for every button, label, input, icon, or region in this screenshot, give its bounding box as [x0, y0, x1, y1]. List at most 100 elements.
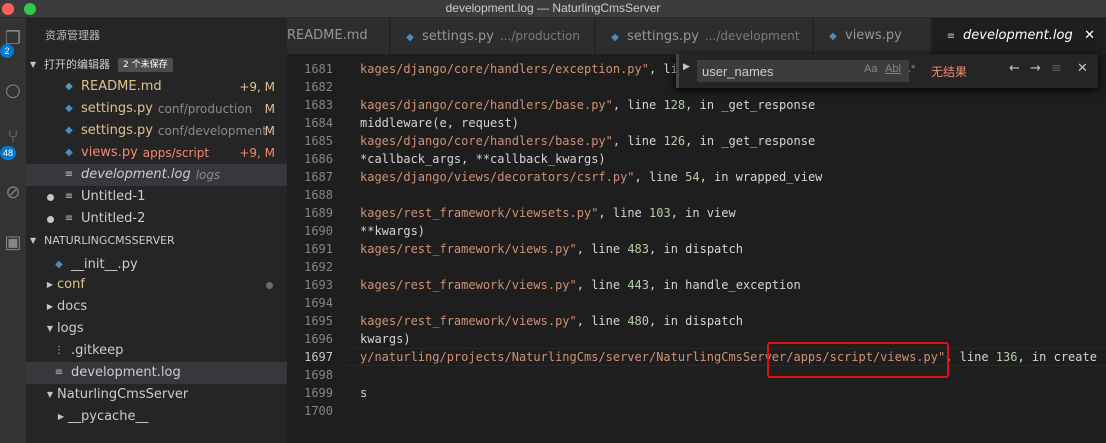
unsaved-badge: 2 个未保存	[118, 58, 173, 72]
code-line[interactable]: 1699 s	[287, 384, 1106, 402]
code-editor[interactable]: 1681 kages/django/core/handlers/exception…	[287, 54, 1106, 443]
explorer-sidebar: 资源管理器 ▼ 打开的编辑器 2 个未保存 ◆ README.md +9, M …	[26, 18, 287, 443]
code-line[interactable]: 1685 kages/django/core/handlers/base.py",…	[287, 132, 1106, 150]
open-editor-untitled-1[interactable]: ≡ Untitled-1	[26, 186, 287, 208]
line-text: **kwargs)	[360, 224, 426, 238]
code-line[interactable]: 1689 kages/rest_framework/viewsets.py", l…	[287, 204, 1106, 222]
open-editors-title: 打开的编辑器	[44, 58, 110, 71]
line-number: 1692	[304, 260, 333, 274]
debug-icon[interactable]: ⊘	[0, 180, 26, 206]
tree-item-docs[interactable]: ▶ docs	[26, 296, 287, 318]
next-match-icon[interactable]: →	[1030, 61, 1041, 76]
line-number: 1689	[304, 206, 333, 220]
open-editor-dir: apps/script	[142, 146, 210, 160]
line-number: 1694	[304, 296, 333, 310]
code-line[interactable]: 1693 kages/rest_framework/views.py", line…	[287, 276, 1106, 294]
line-text: kages/rest_framework/views.py", line 443…	[360, 278, 801, 292]
text-file-icon: ≡	[64, 191, 74, 202]
line-text: kages/django/core/handlers/base.py", lin…	[360, 134, 816, 148]
code-line[interactable]: 1688	[287, 186, 1106, 204]
explorer-badge: 2	[0, 44, 14, 58]
file-icon: ⋮	[54, 345, 64, 356]
tab-description: .../development	[704, 29, 800, 43]
tab-views[interactable]: ◆ views.py	[814, 18, 931, 54]
chevron-down-icon: ▼	[30, 60, 37, 69]
text-file-icon: ≡	[54, 367, 64, 378]
find-in-selection-icon[interactable]: ≡	[1051, 61, 1062, 76]
code-line[interactable]: 1687 kages/django/views/decorators/csrf.p…	[287, 168, 1106, 186]
open-editor-untitled-2[interactable]: ≡ Untitled-2	[26, 208, 287, 230]
regex-toggle[interactable]: .*	[908, 63, 915, 75]
chevron-down-icon: ▼	[46, 390, 54, 399]
find-result-status: 无结果	[931, 65, 968, 79]
search-icon[interactable]: ○	[0, 78, 26, 104]
open-editor-settings-development[interactable]: ◆ settings.py conf/development M	[26, 120, 287, 142]
tab-description: .../production	[499, 29, 580, 43]
code-line[interactable]: 1694	[287, 294, 1106, 312]
code-line[interactable]: 1683 kages/django/core/handlers/base.py",…	[287, 96, 1106, 114]
tree-item-label: conf	[57, 277, 85, 292]
whole-word-toggle[interactable]: Abl	[885, 63, 901, 75]
open-editor-name: Untitled-1	[81, 189, 146, 204]
code-line[interactable]: 1696 kwargs)	[287, 330, 1106, 348]
open-editor-development-log[interactable]: ≡ development.log logs	[26, 164, 287, 186]
code-line[interactable]: 1690 **kwargs)	[287, 222, 1106, 240]
tree-item-conf[interactable]: ▶ conf	[26, 274, 287, 296]
match-case-toggle[interactable]: Aa	[864, 63, 877, 75]
tab-settings-production[interactable]: ◆ settings.py .../production	[391, 18, 595, 54]
tree-item-gitkeep[interactable]: ⋮ .gitkeep	[26, 340, 287, 362]
line-number: 1684	[304, 116, 333, 130]
find-widget: ▶ Aa Abl .* 无结果 ← → ≡ ✕	[676, 54, 1098, 88]
tab-label: settings.py	[627, 29, 699, 44]
close-find-icon[interactable]: ✕	[1077, 61, 1088, 76]
text-file-icon: ≡	[946, 31, 956, 42]
toggle-replace-icon[interactable]: ▶	[683, 62, 690, 72]
python-file-icon: ◆	[611, 32, 619, 43]
python-file-icon: ◆	[65, 125, 73, 136]
open-editor-settings-production[interactable]: ◆ settings.py conf/production M	[26, 98, 287, 120]
line-number: 1688	[304, 188, 333, 202]
code-line[interactable]: 1698	[287, 366, 1106, 384]
close-tab-icon[interactable]: ✕	[1084, 18, 1095, 54]
git-status: +9, M	[239, 146, 275, 160]
python-file-icon: ◆	[55, 259, 63, 270]
code-line[interactable]: 1684 middleware(e, request)	[287, 114, 1106, 132]
open-editor-readme[interactable]: ◆ README.md +9, M	[26, 76, 287, 98]
code-line[interactable]: 1695 kages/rest_framework/views.py", line…	[287, 312, 1106, 330]
python-file-icon: ◆	[829, 31, 837, 42]
chevron-down-icon: ▼	[30, 236, 37, 245]
open-editor-name: views.py	[81, 145, 138, 160]
open-editor-name: Untitled-2	[81, 211, 146, 226]
extensions-icon[interactable]: ▣	[0, 230, 26, 256]
code-line[interactable]: 1700	[287, 402, 1106, 420]
previous-match-icon[interactable]: ←	[1009, 61, 1020, 76]
unsaved-dot-icon[interactable]	[47, 193, 54, 201]
code-line[interactable]: 1692	[287, 258, 1106, 276]
tree-item-development-log[interactable]: ≡ development.log	[26, 362, 287, 384]
tree-item-init[interactable]: ◆ __init__.py	[26, 256, 287, 274]
git-status: M	[264, 102, 275, 116]
tree-item-pycache[interactable]: ▶ __pycache__	[26, 406, 287, 428]
code-line[interactable]: 1686 *callback_args, **callback_kwargs)	[287, 150, 1106, 168]
line-number: 1700	[304, 404, 333, 418]
line-number: 1681	[304, 62, 333, 76]
open-editor-name: settings.py	[81, 123, 153, 138]
tree-item-logs[interactable]: ▼ logs	[26, 318, 287, 340]
unsaved-dot-icon[interactable]	[47, 215, 54, 223]
line-number: 1683	[304, 98, 333, 112]
tab-readme[interactable]: README.md	[287, 18, 390, 54]
project-section[interactable]: ▼ NATURLINGCMSSERVER	[26, 230, 287, 252]
line-number: 1699	[304, 386, 333, 400]
open-editors-section[interactable]: ▼ 打开的编辑器 2 个未保存	[26, 54, 287, 76]
tree-item-naturlingcmsserver[interactable]: ▼ NaturlingCmsServer	[26, 384, 287, 406]
code-line[interactable]: 1691 kages/rest_framework/views.py", line…	[287, 240, 1106, 258]
tab-development-log[interactable]: ≡ development.log ✕	[932, 18, 1106, 54]
source-control-badge: 48	[0, 146, 17, 160]
code-line[interactable]: 1697 y/naturling/projects/NaturlingCms/se…	[287, 348, 1106, 366]
tree-item-label: NaturlingCmsServer	[57, 387, 189, 402]
line-number: 1697	[304, 350, 333, 364]
open-editor-views[interactable]: ◆ views.py apps/script +9, M	[26, 142, 287, 164]
line-number: 1696	[304, 332, 333, 346]
line-number: 1686	[304, 152, 333, 166]
tab-settings-development[interactable]: ◆ settings.py .../development	[596, 18, 813, 54]
